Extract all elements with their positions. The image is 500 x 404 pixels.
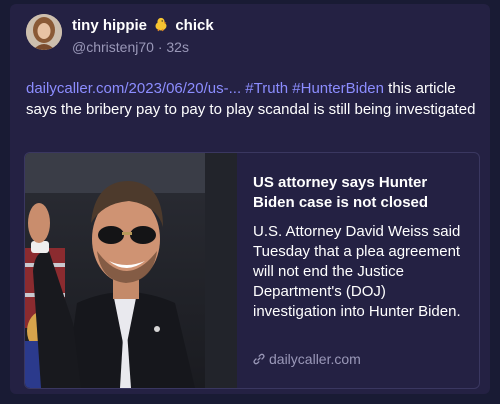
display-name-suffix: chick (175, 17, 214, 34)
separator: · (157, 39, 163, 55)
article-link[interactable]: dailycaller.com/2023/06/20/us-... (26, 80, 241, 97)
status-post: tiny hippie chick @christenj70 · 32s dai… (10, 4, 490, 394)
account-handle[interactable]: @christenj70 (72, 39, 154, 55)
timestamp[interactable]: 32s (166, 39, 189, 55)
card-source-domain: dailycaller.com (269, 351, 361, 367)
card-title[interactable]: US attorney says Hunter Biden case is no… (253, 173, 467, 213)
card-description: U.S. Attorney David Weiss said Tuesday t… (253, 223, 461, 320)
baby-chick-icon (153, 16, 169, 36)
card-text: US attorney says Hunter Biden case is no… (253, 173, 467, 322)
card-source[interactable]: dailycaller.com (253, 351, 361, 367)
display-name-text: tiny hippie (72, 17, 147, 34)
card-image[interactable] (25, 153, 237, 388)
post-content: dailycaller.com/2023/06/20/us-... #Truth… (26, 78, 482, 120)
handle-line: @christenj70 · 32s (72, 39, 189, 55)
hashtag-truth[interactable]: #Truth (245, 80, 288, 97)
avatar-photo (26, 14, 62, 50)
link-preview-card[interactable]: US attorney says Hunter Biden case is no… (24, 152, 480, 389)
display-name[interactable]: tiny hippie chick (72, 16, 214, 36)
hashtag-hunterbiden[interactable]: #HunterBiden (292, 80, 384, 97)
link-icon (253, 353, 265, 365)
avatar[interactable] (26, 14, 62, 50)
